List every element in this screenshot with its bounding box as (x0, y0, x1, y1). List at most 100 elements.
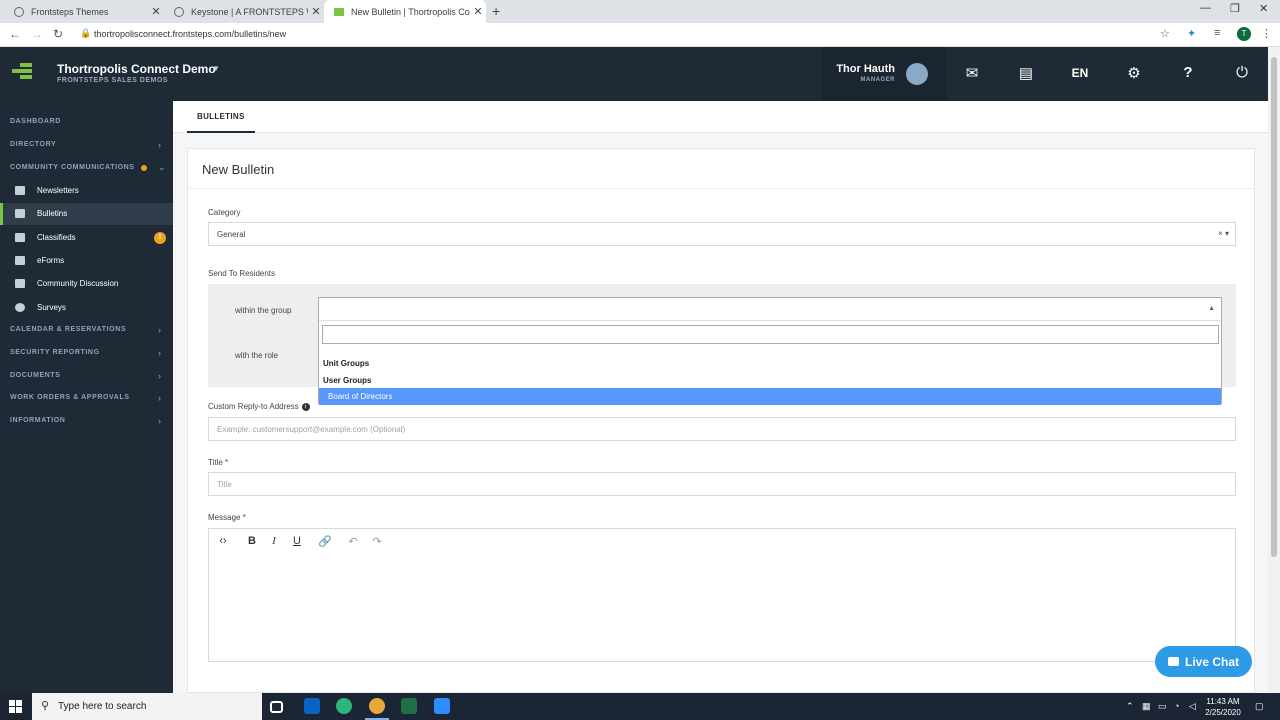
tab-title: Frontsteps Themes (31, 6, 109, 17)
close-window-icon[interactable]: ✕ (1259, 2, 1268, 15)
sidebar-item-calendar[interactable]: CALENDAR & RESERVATIONS (10, 326, 126, 333)
app-header: Thortropolis Connect Demo FRONTSTEPS SAL… (0, 47, 1268, 101)
org-name[interactable]: Thortropolis Connect Demo (57, 62, 216, 76)
main-content: BULLETINS New Bulletin Category General … (173, 101, 1268, 693)
profile-avatar[interactable]: T (1237, 27, 1251, 41)
dropdown-search-input[interactable] (322, 325, 1219, 344)
close-icon[interactable]: ✕ (148, 5, 164, 18)
sidebar-item-label: Surveys (37, 303, 66, 312)
close-icon[interactable]: ✕ (308, 5, 324, 18)
sidebar-item-surveys[interactable]: Surveys (0, 297, 173, 319)
media-icon[interactable]: ≡ (1214, 27, 1220, 39)
option-board-of-directors[interactable]: Board of Directors (319, 388, 1221, 405)
sidebar-item-dashboard[interactable]: DASHBOARD (10, 118, 61, 125)
taskbar-search[interactable]: ⚲ Type here to search (32, 693, 262, 720)
settings-icon[interactable]: ⚙ (1119, 64, 1149, 82)
task-view-icon[interactable] (270, 701, 283, 713)
live-chat-label: Live Chat (1184, 654, 1239, 669)
sidebar-item-information[interactable]: INFORMATION (10, 417, 65, 424)
live-chat-button[interactable]: Live Chat (1155, 646, 1252, 677)
extension-icon[interactable]: ✦ (1187, 27, 1196, 40)
chevron-up-icon[interactable]: ⌃ (1126, 701, 1134, 712)
underline-icon[interactable]: U (288, 535, 306, 547)
group-select[interactable]: ▲ (319, 298, 1221, 321)
tab-bulletins[interactable]: BULLETINS (187, 101, 255, 133)
taskbar-clock[interactable]: 11:43 AM 2/25/2020 (1200, 696, 1246, 718)
sidebar-item-classifieds[interactable]: Classifieds 1 (0, 227, 173, 249)
editor-toolbar: ‹› B I U 🔗 ↶ ↷ (208, 528, 1236, 555)
reply-to-label: Custom Reply-to Address i (208, 402, 310, 411)
browser-tab-bar: Frontsteps Themes ✕ Keystone | A FRONTST… (0, 0, 1280, 23)
clear-caret-icon[interactable]: × ▾ (1218, 229, 1229, 238)
sidebar-item-documents[interactable]: DOCUMENTS (10, 372, 61, 379)
wifi-icon[interactable]: ◔ (1174, 701, 1179, 711)
clock-date: 2/25/2020 (1205, 708, 1241, 717)
excel-icon[interactable] (401, 698, 417, 714)
new-tab-icon[interactable]: + (492, 3, 500, 19)
reply-to-input[interactable]: Example: customersupport@example.com (Op… (208, 417, 1236, 441)
search-icon: ⚲ (41, 700, 50, 712)
option-unit-groups[interactable]: Unit Groups (319, 355, 1221, 372)
back-icon[interactable]: ← (9, 27, 21, 41)
page-scrollbar[interactable] (1268, 47, 1280, 693)
language-selector[interactable]: EN (1065, 66, 1095, 80)
title-input[interactable]: Title (208, 472, 1236, 496)
browser-tab-active[interactable]: New Bulletin | Thortropolis Conne ✕ (324, 0, 486, 23)
forward-icon[interactable]: → (31, 27, 43, 41)
italic-icon[interactable]: I (265, 535, 283, 547)
mail-icon[interactable]: ✉ (957, 64, 987, 82)
message-label: Message * (208, 513, 246, 522)
sidebar-item-newsletters[interactable]: Newsletters (0, 180, 173, 202)
message-editor[interactable] (208, 554, 1236, 662)
power-icon[interactable]: ⏻ (1227, 64, 1257, 81)
code-view-icon[interactable]: ‹› (214, 535, 232, 547)
option-user-groups[interactable]: User Groups (319, 372, 1221, 389)
page-title: New Bulletin (202, 162, 275, 177)
volume-icon[interactable]: ◁ (1189, 701, 1196, 712)
frontsteps-logo-icon[interactable] (12, 63, 32, 85)
redo-icon[interactable]: ↷ (368, 535, 386, 548)
undo-icon[interactable]: ↶ (344, 535, 362, 548)
bold-icon[interactable]: B (243, 535, 261, 547)
caret-down-icon[interactable]: ▼ (212, 64, 220, 73)
chevron-right-icon: › (158, 140, 161, 150)
windows-start-icon[interactable] (9, 700, 22, 713)
url-field[interactable]: thortropolisconnect.frontsteps.com/bulle… (94, 29, 286, 39)
scrollbar-thumb[interactable] (1271, 57, 1277, 557)
group-dropdown[interactable]: ▲ Unit Groups User Groups Board of Direc… (318, 297, 1222, 405)
sidebar-item-community-communications[interactable]: COMMUNITY COMMUNICATIONS (10, 164, 135, 171)
slack-icon[interactable] (336, 698, 352, 714)
sidebar-item-community-discussion[interactable]: Community Discussion (0, 273, 173, 295)
battery-icon[interactable]: ▭ (1158, 701, 1167, 712)
sidebar-item-label: eForms (37, 256, 65, 265)
browser-tab[interactable]: Keystone | A FRONTSTEPS Word ✕ (164, 0, 324, 23)
within-group-label: within the group (235, 306, 292, 315)
zoom-icon[interactable] (434, 698, 450, 714)
user-menu[interactable]: Thor Hauth MANAGER (822, 47, 947, 101)
notifications-icon[interactable]: ▢ (1255, 701, 1264, 712)
tab-title: New Bulletin | Thortropolis Conne (351, 6, 470, 17)
close-icon[interactable]: ✕ (470, 5, 486, 18)
inbox-icon[interactable]: ▤ (1011, 64, 1041, 82)
reload-icon[interactable]: ↻ (53, 27, 63, 41)
network-icon[interactable]: ▦ (1142, 701, 1151, 712)
chrome-icon[interactable] (365, 698, 389, 720)
info-icon[interactable]: i (301, 402, 310, 411)
menu-icon[interactable]: ⋮ (1261, 27, 1272, 40)
sidebar-item-bulletins[interactable]: Bulletins (0, 203, 173, 225)
help-icon[interactable]: ? (1173, 64, 1203, 81)
category-select[interactable]: General × ▾ (208, 222, 1236, 246)
link-icon[interactable]: 🔗 (316, 535, 334, 548)
minimize-icon[interactable]: — (1200, 2, 1211, 14)
sidebar-item-work-orders[interactable]: WORK ORDERS & APPROVALS (10, 394, 130, 401)
browser-tab[interactable]: Frontsteps Themes ✕ (4, 0, 164, 23)
globe-icon (14, 6, 24, 17)
sidebar-item-directory[interactable]: DIRECTORY (10, 141, 56, 148)
outlook-icon[interactable] (304, 698, 320, 714)
sidebar-item-label: Community Discussion (37, 279, 119, 288)
sidebar-item-eforms[interactable]: eForms (0, 250, 173, 272)
star-icon[interactable]: ☆ (1160, 27, 1170, 40)
restore-icon[interactable]: ❐ (1230, 2, 1240, 15)
send-to-label: Send To Residents (208, 269, 276, 278)
sidebar-item-security[interactable]: SECURITY REPORTING (10, 349, 100, 356)
